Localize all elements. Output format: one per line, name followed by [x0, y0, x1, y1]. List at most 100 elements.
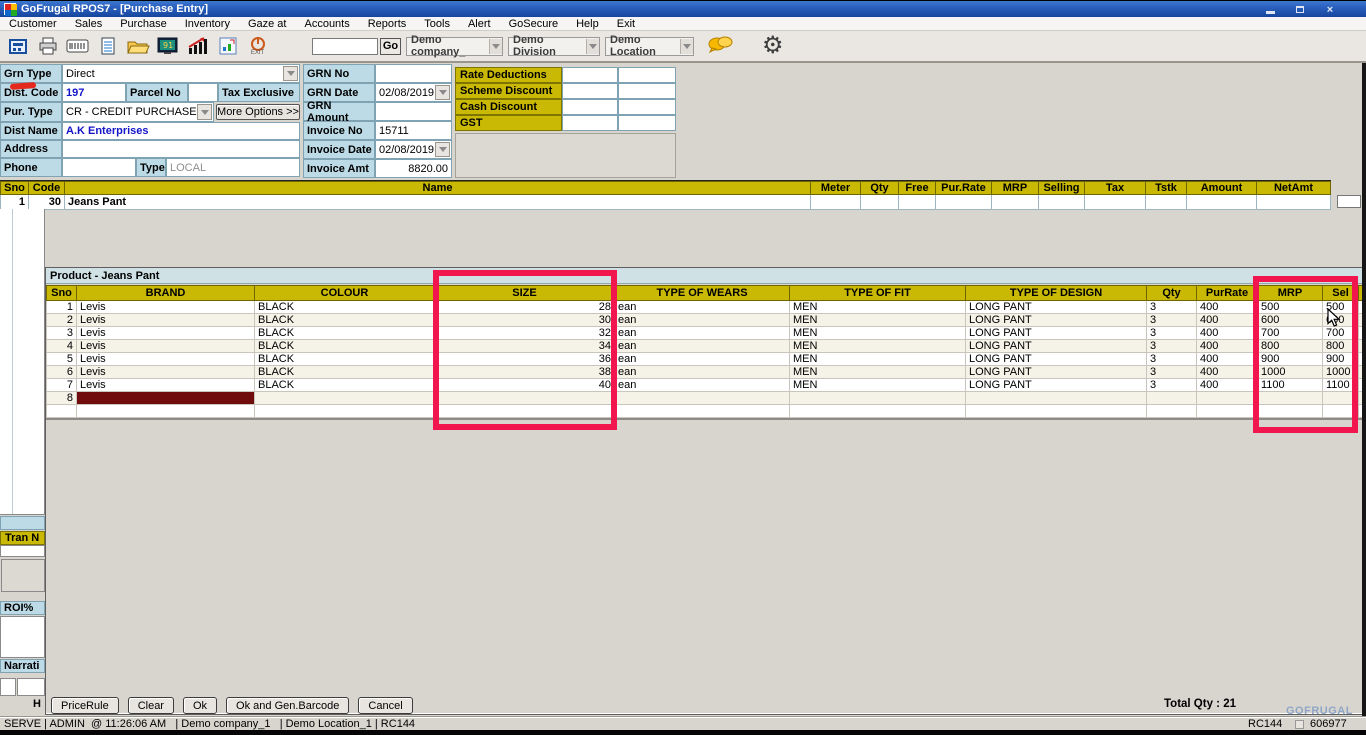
menu-item[interactable]: GoSecure [500, 18, 568, 30]
cell-type-of-design[interactable]: LONG PANT [966, 327, 1147, 340]
menu-item[interactable]: Inventory [176, 18, 239, 30]
item-grid-row[interactable]: 1 30 Jeans Pant [1, 195, 1331, 210]
restore-button[interactable] [1292, 3, 1308, 16]
address-field[interactable] [62, 140, 300, 158]
grn-date-field[interactable]: 02/08/2019 [375, 83, 452, 102]
exit-icon[interactable]: EXIT [245, 33, 270, 59]
cell-brand[interactable]: Levis [77, 353, 255, 366]
cell-type-of-fit[interactable] [790, 405, 966, 418]
more-options-button[interactable]: More Options >> [216, 104, 300, 120]
menu-item[interactable]: Accounts [295, 18, 358, 30]
cell-purrate[interactable]: 400 [1197, 314, 1258, 327]
menu-item[interactable]: Tools [415, 18, 459, 30]
menu-item[interactable]: Sales [66, 18, 112, 30]
cell-brand[interactable]: Levis [77, 366, 255, 379]
quick-search-input[interactable] [312, 38, 378, 55]
cell-qty[interactable] [1147, 405, 1197, 418]
cell-sno[interactable]: 5 [47, 353, 77, 366]
cell-type-of-fit[interactable]: MEN [790, 340, 966, 353]
parcel-no-field[interactable] [188, 83, 218, 102]
open-folder-icon[interactable] [125, 33, 150, 59]
cell-colour[interactable]: BLACK [255, 366, 435, 379]
cell-purrate[interactable]: 400 [1197, 366, 1258, 379]
grn-amount-field[interactable] [375, 102, 452, 121]
deduction-value-1[interactable] [562, 99, 618, 115]
phone-type-field[interactable]: LOCAL [166, 158, 300, 177]
cell-brand[interactable]: Levis [77, 301, 255, 314]
cell-colour[interactable] [255, 392, 435, 405]
product-table-row[interactable]: 1 Levis BLACK 28 ean MEN LONG PANT 3 400… [47, 301, 1366, 314]
cell-brand[interactable]: Levis [77, 314, 255, 327]
cell-type-of-fit[interactable]: MEN [790, 379, 966, 392]
gear-icon[interactable]: ⚙ [762, 34, 784, 58]
grn-type-select[interactable]: Direct [62, 64, 300, 83]
cell-type-of-design[interactable]: LONG PANT [966, 366, 1147, 379]
deduction-value-2[interactable] [618, 115, 676, 131]
cell-sno[interactable]: 1 [47, 301, 77, 314]
cell-qty[interactable]: 3 [1147, 366, 1197, 379]
cell-qty[interactable]: 3 [1147, 327, 1197, 340]
cell-sno[interactable]: 4 [47, 340, 77, 353]
cell-purrate[interactable] [1197, 405, 1258, 418]
company-select[interactable]: Demo company_ [406, 37, 503, 56]
display-icon[interactable]: 91 [155, 33, 180, 59]
cell-purrate[interactable]: 400 [1197, 379, 1258, 392]
cell-type-of-fit[interactable]: MEN [790, 353, 966, 366]
cell-brand[interactable] [77, 405, 255, 418]
chevron-down-icon[interactable] [197, 104, 212, 120]
cell-type-of-wears[interactable] [615, 392, 790, 405]
cell-type-of-design[interactable] [966, 405, 1147, 418]
cell-type-of-design[interactable]: LONG PANT [966, 340, 1147, 353]
chevron-down-icon[interactable] [435, 85, 450, 100]
deduction-value-1[interactable] [562, 83, 618, 99]
cell-colour[interactable]: BLACK [255, 379, 435, 392]
menu-item[interactable]: Exit [608, 18, 644, 30]
cell-sno[interactable]: 2 [47, 314, 77, 327]
cell-sno[interactable]: 3 [47, 327, 77, 340]
dist-name-field[interactable]: A.K Enterprises [62, 122, 300, 140]
product-table-row[interactable] [47, 405, 1366, 418]
deduction-value-2[interactable] [618, 67, 676, 83]
export-icon[interactable] [215, 33, 240, 59]
product-table-row[interactable]: 6 Levis BLACK 38 ean MEN LONG PANT 3 400… [47, 366, 1366, 379]
cell-type-of-design[interactable]: LONG PANT [966, 301, 1147, 314]
menu-item[interactable]: Reports [359, 18, 416, 30]
cell-type-of-design[interactable]: LONG PANT [966, 353, 1147, 366]
popup-button[interactable]: Clear [128, 697, 174, 714]
cell-type-of-fit[interactable]: MEN [790, 314, 966, 327]
product-table-row[interactable]: 2 Levis BLACK 30 ean MEN LONG PANT 3 400… [47, 314, 1366, 327]
cell-type-of-wears[interactable]: ean [615, 353, 790, 366]
cell-type-of-wears[interactable] [615, 405, 790, 418]
cell-qty[interactable]: 3 [1147, 340, 1197, 353]
menu-item[interactable]: Gaze at [239, 18, 296, 30]
cell-type-of-fit[interactable]: MEN [790, 301, 966, 314]
chevron-down-icon[interactable] [283, 66, 298, 81]
cell-type-of-fit[interactable]: MEN [790, 366, 966, 379]
chart-icon[interactable] [185, 33, 210, 59]
cell-sno[interactable]: 6 [47, 366, 77, 379]
grn-no-field[interactable] [375, 64, 452, 83]
popup-button[interactable]: PriceRule [51, 697, 119, 714]
item-name-cell[interactable]: Jeans Pant [65, 195, 811, 210]
popup-button[interactable]: Ok and Gen.Barcode [226, 697, 349, 714]
cell-qty[interactable] [1147, 392, 1197, 405]
barcode-icon[interactable] [65, 33, 90, 59]
dist-code-field[interactable]: 197 [62, 83, 126, 102]
menu-item[interactable]: Help [567, 18, 608, 30]
cell-colour[interactable]: BLACK [255, 314, 435, 327]
item-code-cell[interactable]: 30 [29, 195, 65, 210]
cell-colour[interactable] [255, 405, 435, 418]
cell-brand[interactable]: Levis [77, 340, 255, 353]
deduction-value-1[interactable] [562, 67, 618, 83]
menu-item[interactable]: Customer [0, 18, 66, 30]
division-select[interactable]: Demo Division [508, 37, 600, 56]
cell-purrate[interactable]: 400 [1197, 353, 1258, 366]
menu-item[interactable]: Alert [459, 18, 500, 30]
cell-type-of-wears[interactable]: ean [615, 314, 790, 327]
cell-type-of-fit[interactable] [790, 392, 966, 405]
cell-type-of-wears[interactable]: ean [615, 327, 790, 340]
cell-qty[interactable]: 3 [1147, 314, 1197, 327]
chat-icon[interactable] [706, 34, 734, 59]
product-table-row[interactable]: 4 Levis BLACK 34 ean MEN LONG PANT 3 400… [47, 340, 1366, 353]
cell-purrate[interactable]: 400 [1197, 327, 1258, 340]
